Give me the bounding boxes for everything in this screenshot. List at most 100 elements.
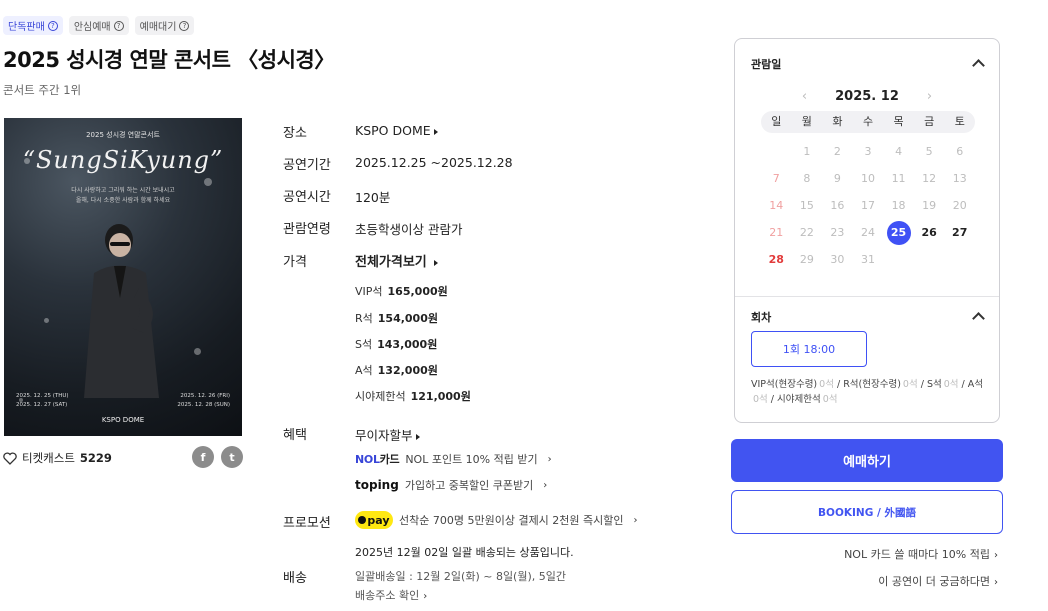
- calendar-day: 8: [803, 172, 811, 185]
- calendar-day: 29: [799, 253, 814, 266]
- delivery-date: 일괄배송일 : 12월 2일(화) ~ 8일(월), 5일간: [355, 570, 566, 583]
- calendar-day: 7: [772, 172, 780, 185]
- prev-month-icon[interactable]: ‹: [802, 89, 807, 104]
- arrow-right-icon: [433, 259, 438, 266]
- seat-availability: VIP석(현장수령) 0석 / R석(현장수령) 0석 / S석 0석 / A석0석 / 시야…: [751, 379, 983, 405]
- calendar-day: 30: [830, 253, 845, 266]
- next-month-icon[interactable]: ›: [927, 89, 932, 104]
- heart-icon: [3, 451, 17, 465]
- chevron-right-icon: ›: [994, 577, 998, 588]
- calendar-day: 22: [799, 226, 814, 239]
- poster-image: 2025 성시경 연말콘서트 “SungSiKyung” 다시 사랑하고 그리워…: [4, 118, 242, 436]
- nol-card-link[interactable]: NOL 카드 쓸 때마다 10% 적립 ›: [844, 546, 998, 562]
- poster-venue: KSPO DOME: [101, 416, 145, 424]
- runtime-label: 공연시간: [283, 190, 331, 205]
- calendar-day-available[interactable]: 27: [944, 222, 975, 244]
- toping-logo: toping: [355, 478, 399, 492]
- chevron-right-icon: ›: [633, 514, 638, 526]
- calendar-day: 2: [833, 145, 841, 158]
- poster-dates: 2025. 12. 25 (THU) 2025. 12. 26 (FRI) 202…: [16, 393, 230, 408]
- badge-row: 단독판매? 안심예매? 예매대기?: [3, 16, 195, 35]
- favorite-count: 5229: [79, 451, 112, 465]
- calendar-day: 5: [925, 145, 933, 158]
- calendar-day-available[interactable]: 28: [761, 249, 792, 271]
- age-label: 관람연령: [283, 222, 331, 237]
- panel-divider: [735, 296, 999, 297]
- calendar-day: 31: [860, 253, 875, 266]
- calendar-day-available[interactable]: 26: [914, 222, 945, 244]
- help-icon: ?: [47, 20, 58, 31]
- date-section-title: 관람일: [751, 58, 782, 71]
- period-label: 공연기간: [283, 158, 331, 173]
- calendar-day: 14: [769, 199, 784, 212]
- booking-foreign-button[interactable]: BOOKING / 外國語: [731, 490, 1003, 534]
- calendar-day: 1: [803, 145, 811, 158]
- calendar-day: 24: [860, 226, 875, 239]
- calendar-header: ‹ 2025. 12 ›: [735, 89, 999, 104]
- calendar-day: 6: [956, 145, 964, 158]
- price-label: 가격: [283, 255, 307, 270]
- help-icon: ?: [179, 20, 190, 31]
- venue-label: 장소: [283, 126, 307, 141]
- arrow-right-icon: [433, 128, 438, 135]
- book-button[interactable]: 예매하기: [731, 439, 1003, 482]
- calendar-day: 21: [769, 226, 784, 239]
- weekday-header: 일월화수목금토: [761, 111, 975, 133]
- poster-script-title: “SungSiKyung”: [22, 146, 224, 174]
- kakaopay-logo: pay: [355, 511, 393, 529]
- delivery-address-link[interactable]: 배송주소 확인 ›: [355, 587, 427, 603]
- chevron-right-icon: ›: [543, 479, 548, 491]
- calendar-day: 15: [799, 199, 814, 212]
- venue-link[interactable]: KSPO DOME: [355, 123, 438, 138]
- twitter-share-icon[interactable]: t: [221, 446, 243, 468]
- kakaopay-promo-link[interactable]: pay 선착순 700명 5만원이상 결제시 2천원 즉시할인 ›: [355, 511, 638, 529]
- calendar-day: 11: [891, 172, 906, 185]
- toping-coupon-link[interactable]: toping 가입하고 중복할인 쿠폰받기 ›: [355, 477, 547, 493]
- page-title: 2025 성시경 연말 콘서트 〈성시경〉: [3, 48, 335, 72]
- calendar-day: 13: [952, 172, 967, 185]
- chevron-right-icon: ›: [994, 550, 998, 561]
- calendar-day: 19: [922, 199, 937, 212]
- session-option-button[interactable]: 1회 18:00: [751, 331, 867, 367]
- calendar-day: 18: [891, 199, 906, 212]
- chevron-right-icon: ›: [423, 591, 428, 602]
- session-section-title: 회차: [751, 311, 772, 324]
- performer-figure: [84, 224, 159, 398]
- calendar-day-selected[interactable]: 25: [883, 221, 914, 245]
- facebook-share-icon[interactable]: f: [192, 446, 214, 468]
- badge-exclusive[interactable]: 단독판매?: [3, 16, 63, 35]
- price-row: S석 143,000원: [355, 338, 438, 351]
- promotion-label: 프로모션: [283, 516, 331, 531]
- calendar-day: 23: [830, 226, 845, 239]
- calendar-day: 12: [922, 172, 937, 185]
- more-info-link[interactable]: 이 공연이 더 궁금하다면 ›: [878, 573, 998, 589]
- badge-safe-booking[interactable]: 안심예매?: [68, 16, 129, 35]
- installment-link[interactable]: 무이자할부: [355, 425, 420, 444]
- collapse-icon[interactable]: [972, 312, 985, 325]
- price-row: R석 154,000원: [355, 312, 438, 325]
- ranking-text: 콘서트 주간 1위: [3, 83, 82, 97]
- booking-panel: 관람일 ‹ 2025. 12 › 일월화수목금토 123456 7 8 9 10 11 1…: [734, 38, 1000, 423]
- calendar-day: 3: [864, 145, 872, 158]
- price-row: VIP석 165,000원: [355, 285, 448, 298]
- poster-description: 다시 사랑하고 그리워 하는 시간 보내시고 올해, 다시 소중한 사람과 함께…: [71, 187, 175, 204]
- calendar-day: 20: [952, 199, 967, 212]
- calendar-day: 10: [860, 172, 875, 185]
- calendar-month: 2025. 12: [835, 89, 899, 104]
- ticketcast-favorite[interactable]: 티켓캐스트 5229: [3, 450, 112, 466]
- nol-card-logo: NOL카드: [355, 453, 400, 466]
- benefit-label: 혜택: [283, 428, 307, 443]
- arrow-right-icon: [415, 433, 420, 440]
- poster-top-text: 2025 성시경 연말콘서트: [86, 131, 160, 139]
- chevron-right-icon: ›: [547, 453, 552, 465]
- badge-waitlist[interactable]: 예매대기?: [134, 16, 195, 35]
- price-row: 시야제한석 121,000원: [355, 390, 471, 403]
- nol-point-link[interactable]: NOL카드 NOL 포인트 10% 적립 받기 ›: [355, 451, 552, 467]
- delivery-notice: 2025년 12월 02일 일괄 배송되는 상품입니다.: [355, 546, 574, 559]
- collapse-icon[interactable]: [972, 59, 985, 72]
- calendar-day: 17: [860, 199, 875, 212]
- delivery-label: 배송: [283, 571, 307, 586]
- age-value: 초등학생이상 관람가: [355, 222, 463, 237]
- calendar-day: 9: [833, 172, 841, 185]
- view-all-prices-link[interactable]: 전체가격보기: [355, 251, 438, 270]
